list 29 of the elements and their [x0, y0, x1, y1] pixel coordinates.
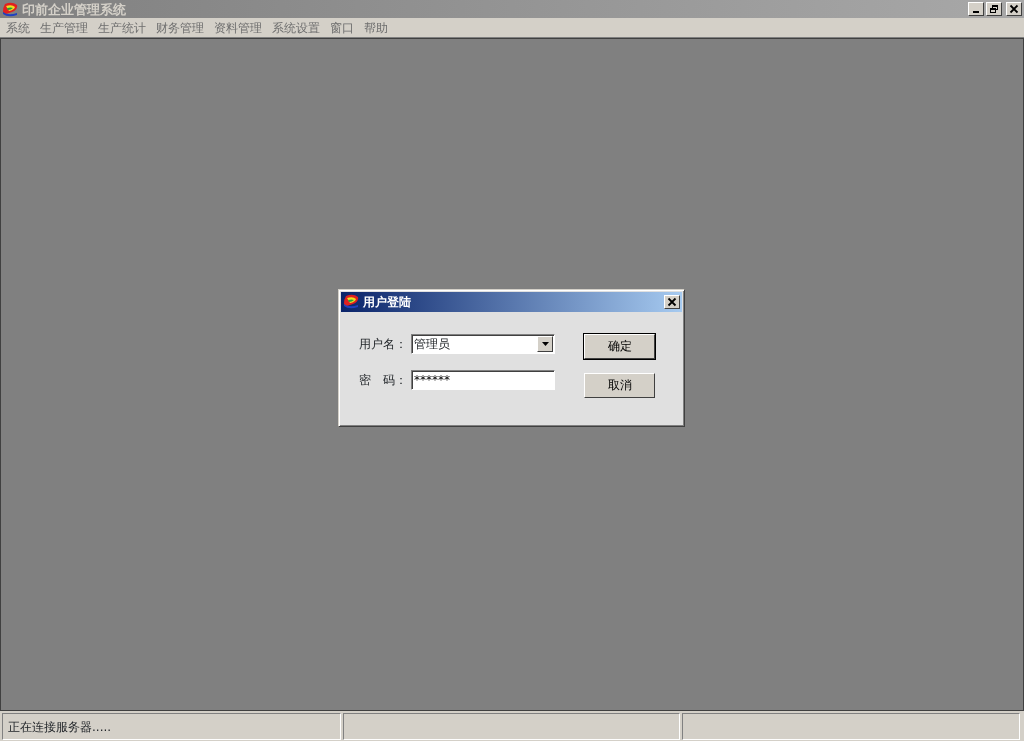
field-label: 密 码：	[358, 371, 408, 389]
menu-item[interactable]: 财务管理	[152, 21, 210, 34]
menu-item[interactable]: 窗口	[326, 21, 360, 34]
field-label: 用户名：	[358, 335, 408, 353]
menu-item[interactable]: 生产管理	[36, 21, 94, 34]
caret-icon	[541, 341, 549, 346]
dialog-button[interactable]: 取消	[584, 372, 655, 398]
window-minimize-button[interactable]	[968, 2, 984, 16]
status-text: 正在连接服务器.....	[8, 718, 112, 736]
menu-item[interactable]: 系统	[2, 21, 36, 34]
dropdown-button[interactable]	[537, 335, 553, 352]
window-title: 印前企业管理系统	[22, 2, 126, 16]
window-close-button[interactable]	[1006, 2, 1022, 16]
logo-icon	[2, 1, 19, 17]
window-restore-button[interactable]	[986, 2, 1002, 16]
logo-icon	[343, 294, 360, 309]
restore-icon	[989, 4, 999, 14]
dialog-close-button[interactable]	[664, 294, 680, 309]
dialog-title: 用户登陆	[363, 293, 411, 311]
password-field[interactable]: ******	[411, 369, 555, 390]
close-icon	[667, 296, 677, 307]
menu-item[interactable]: 资料管理	[210, 21, 268, 34]
minimize-icon	[973, 11, 979, 13]
close-icon	[1009, 4, 1019, 14]
menu-item[interactable]: 帮助	[360, 21, 394, 34]
dialog-button[interactable]: 确定	[584, 333, 655, 359]
username-dropdown[interactable]: 管理员	[411, 333, 555, 354]
menu-item[interactable]: 生产统计	[94, 21, 152, 34]
menu-item[interactable]: 系统设置	[268, 21, 326, 34]
